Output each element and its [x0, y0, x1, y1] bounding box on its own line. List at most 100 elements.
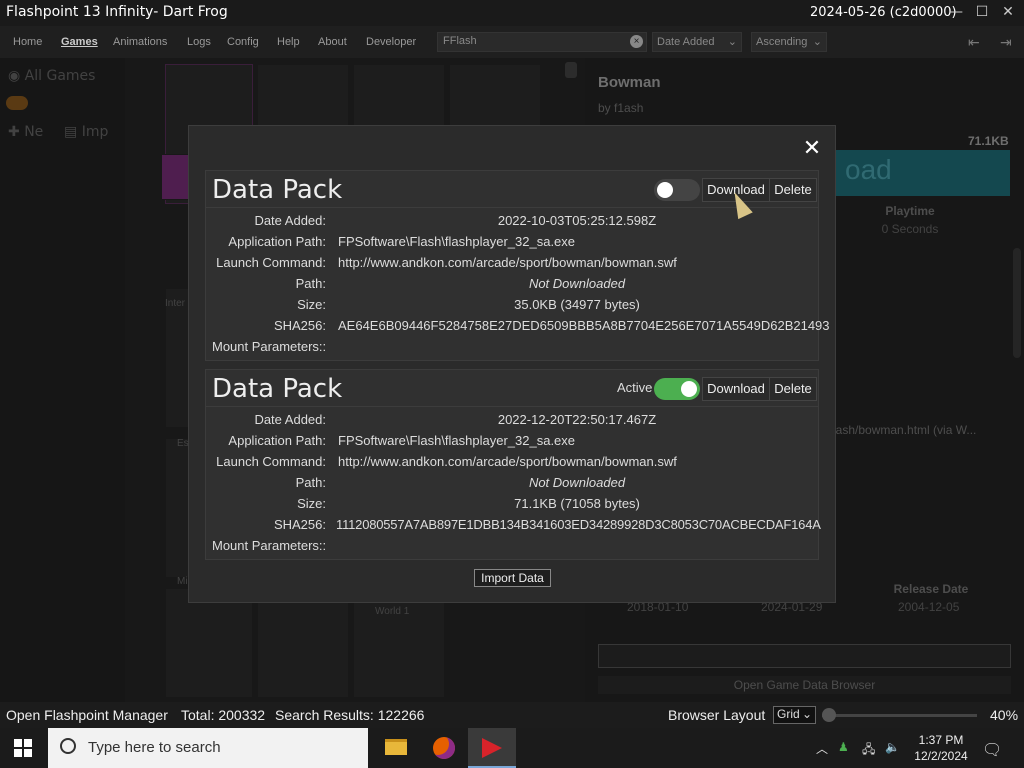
maximize-button[interactable]: ☐: [970, 2, 994, 22]
collapse-right-icon[interactable]: ⇥: [1000, 34, 1018, 50]
volume-icon[interactable]: 🔈: [885, 740, 900, 754]
field-value: FPSoftware\Flash\flashplayer_32_sa.exe: [338, 433, 576, 448]
field-row: Application Path: FPSoftware\Flash\flash…: [206, 234, 818, 255]
nav-developer[interactable]: Developer: [366, 36, 416, 48]
sort-field-select[interactable]: Date Added ⌄: [652, 32, 742, 52]
minimize-button[interactable]: —: [944, 2, 968, 22]
file-explorer-icon[interactable]: [372, 728, 420, 768]
field-key: Path:: [295, 475, 326, 490]
field-key: SHA256:: [273, 318, 326, 333]
chevron-down-icon: ⌄: [727, 36, 737, 48]
zoom-slider[interactable]: [822, 714, 977, 717]
clear-search-icon[interactable]: ×: [630, 35, 643, 48]
close-icon[interactable]: ✕: [801, 138, 823, 160]
field-row: Launch Command: http://www.andkon.com/ar…: [206, 454, 818, 475]
nav-animations[interactable]: Animations: [113, 36, 167, 48]
field-row: Date Added: 2022-12-20T22:50:17.467Z: [206, 412, 818, 433]
firefox-icon[interactable]: [420, 728, 468, 768]
layout-select[interactable]: Grid ⌄: [773, 706, 816, 724]
close-window-button[interactable]: ✕: [996, 2, 1020, 22]
data-pack-title: Data Pack: [212, 175, 343, 205]
network-icon[interactable]: 🖧: [862, 740, 875, 761]
flashpoint-icon[interactable]: [468, 728, 516, 768]
field-key: Size:: [297, 496, 326, 511]
import-data-button[interactable]: Import Data: [474, 569, 551, 587]
nav-logs[interactable]: Logs: [187, 36, 211, 48]
clock-date: 12/2/2024: [914, 749, 968, 763]
field-key: Path:: [295, 276, 326, 291]
field-value: Not Downloaded: [528, 276, 626, 291]
nav-games[interactable]: Games: [61, 36, 98, 48]
field-key: Launch Command:: [216, 454, 326, 469]
field-value: AE64E6B09446F5284758E27DED6509BBB5A8B770…: [338, 318, 830, 333]
nav-home[interactable]: Home: [13, 36, 42, 48]
field-row: Mount Parameters::: [206, 538, 818, 559]
title-bar: Flashpoint 13 Infinity- Dart Frog 2024-0…: [0, 0, 1024, 26]
sort-order-value: Ascending: [756, 36, 808, 48]
manager-label: Open Flashpoint Manager: [6, 707, 168, 723]
field-value: http://www.andkon.com/arcade/sport/bowma…: [338, 255, 677, 270]
system-clock[interactable]: 1:37 PM 12/2/2024: [906, 732, 976, 764]
field-value: Not Downloaded: [528, 475, 626, 490]
nav-about[interactable]: About: [318, 36, 347, 48]
clock-time: 1:37 PM: [918, 733, 964, 747]
nav-help[interactable]: Help: [277, 36, 300, 48]
notifications-icon[interactable]: 🗨: [982, 740, 1002, 759]
sort-order-select[interactable]: Ascending ⌄: [751, 32, 827, 52]
zoom-slider-handle[interactable]: [822, 708, 836, 722]
field-value: FPSoftware\Flash\flashplayer_32_sa.exe: [338, 234, 576, 249]
field-row: Size: 71.1KB (71058 bytes): [206, 496, 818, 517]
active-label: Active: [617, 380, 653, 395]
field-key: SHA256:: [273, 517, 326, 532]
windows-start-icon[interactable]: [14, 739, 32, 757]
data-pack-card: Data Pack Active Download Delete Date Ad…: [205, 369, 821, 560]
field-value: 35.0KB (34977 bytes): [514, 297, 640, 312]
download-button[interactable]: Download: [702, 377, 770, 401]
data-pack-title: Data Pack: [212, 374, 343, 404]
window-title: Flashpoint 13 Infinity- Dart Frog: [6, 4, 228, 20]
collapse-left-icon[interactable]: ⇤: [968, 34, 986, 50]
active-toggle[interactable]: [654, 378, 700, 400]
nav-config[interactable]: Config: [227, 36, 259, 48]
user-icon[interactable]: ♟: [838, 740, 849, 754]
total-count: Total: 200332: [181, 707, 266, 723]
taskbar: Type here to search ︿ ♟ 🖧 🔈 1:37 PM 12/2…: [0, 728, 1024, 768]
browser-layout-label: Browser Layout: [668, 707, 766, 723]
toggle-knob: [657, 182, 673, 198]
field-row: Application Path: FPSoftware\Flash\flash…: [206, 433, 818, 454]
field-key: Application Path:: [228, 433, 326, 448]
delete-button[interactable]: Delete: [769, 178, 817, 202]
status-bar: Open Flashpoint Manager Total: 200332 Se…: [0, 702, 1024, 728]
layout-value: Grid: [777, 707, 800, 721]
field-value: 2022-12-20T22:50:17.467Z: [497, 412, 657, 427]
field-value: 71.1KB (71058 bytes): [514, 496, 640, 511]
field-row: SHA256: AE64E6B09446F5284758E27DED6509BB…: [206, 318, 830, 339]
field-value: http://www.andkon.com/arcade/sport/bowma…: [338, 454, 677, 469]
chevron-down-icon: ⌄: [801, 707, 812, 721]
data-pack-card: Data Pack Download Delete Date Added: 20…: [205, 170, 830, 361]
field-row: Date Added: 2022-10-03T05:25:12.598Z: [206, 213, 818, 234]
field-value: 1112080557A7AB897E1DBB134B341603ED342899…: [336, 517, 821, 532]
field-key: Date Added:: [254, 412, 326, 427]
field-row: Mount Parameters::: [206, 339, 818, 360]
chevron-down-icon: ⌄: [812, 36, 822, 48]
search-input[interactable]: FFlash: [437, 32, 647, 52]
field-row: SHA256: 1112080557A7AB897E1DBB134B341603…: [206, 517, 821, 538]
field-key: Size:: [297, 297, 326, 312]
active-toggle[interactable]: [654, 179, 700, 201]
zoom-value: 40%: [990, 707, 1019, 723]
field-row: Size: 35.0KB (34977 bytes): [206, 297, 818, 318]
field-row: Path: Not Downloaded: [206, 475, 818, 496]
field-key: Application Path:: [228, 234, 326, 249]
field-key: Mount Parameters::: [212, 339, 327, 354]
field-key: Mount Parameters::: [212, 538, 327, 553]
field-key: Launch Command:: [216, 255, 326, 270]
version-label: 2024-05-26 (c2d0000): [810, 5, 957, 20]
delete-button[interactable]: Delete: [769, 377, 817, 401]
data-pack-header: Data Pack Download Delete: [206, 171, 818, 208]
nav-bar: Home Games Animations Logs Config Help A…: [0, 26, 1024, 58]
taskbar-search-box[interactable]: Type here to search: [48, 728, 368, 768]
taskbar-search-placeholder: Type here to search: [88, 739, 221, 756]
chevron-up-icon[interactable]: ︿: [816, 740, 828, 757]
toggle-knob: [681, 381, 697, 397]
